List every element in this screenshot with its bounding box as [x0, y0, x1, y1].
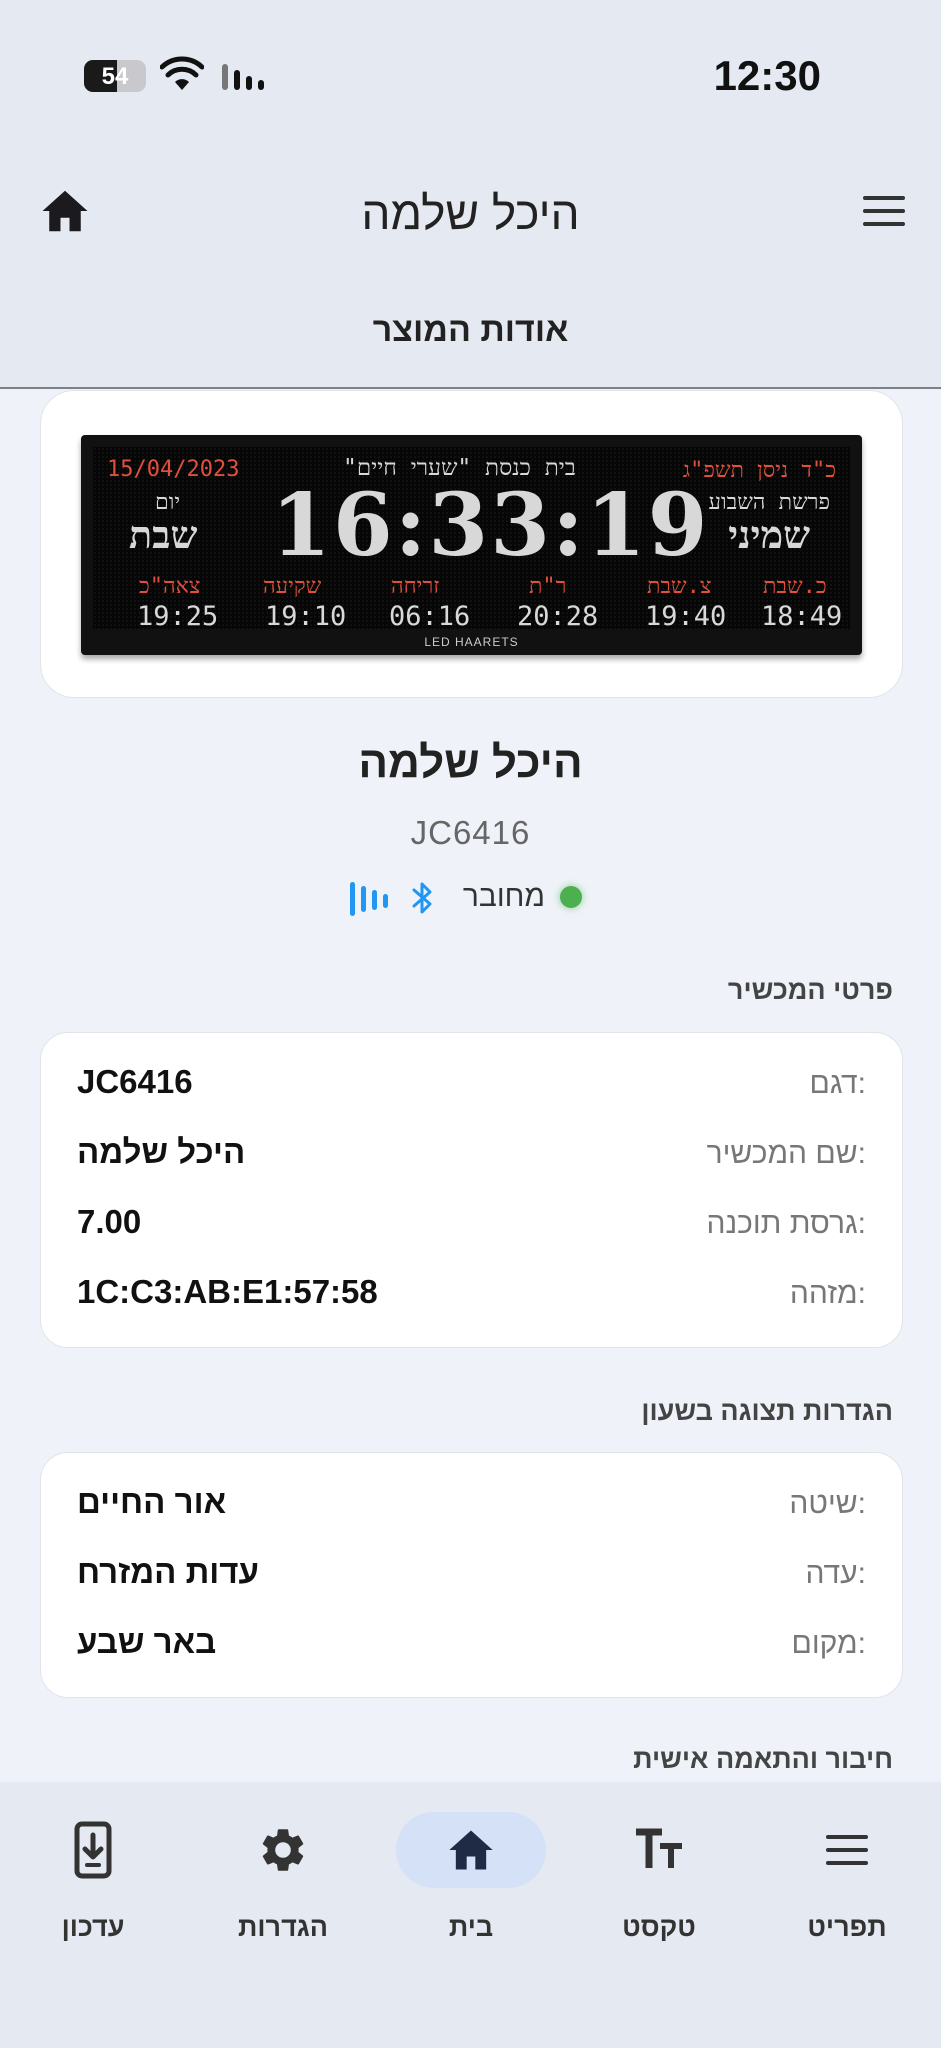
- led-parasha-label: פרשת השבוע: [708, 490, 830, 515]
- download-phone-icon: [74, 1821, 112, 1879]
- connection-status-label: מחובר: [462, 880, 545, 913]
- detail-value: היכל שלמה: [77, 1133, 246, 1170]
- setting-value: עדות המזרח: [77, 1553, 259, 1590]
- menu-icon[interactable]: [861, 192, 907, 230]
- clock-settings-title: הגדרות תצוגה בשעון: [641, 1396, 893, 1426]
- detail-value: JC6416: [77, 1063, 193, 1100]
- setting-value: אור החיים: [77, 1483, 227, 1520]
- led-parasha: שמיני: [728, 513, 810, 557]
- led-clock-image: 15/04/2023 בית כנסת "שערי חיים" כ"ד ניסן…: [81, 435, 862, 655]
- nav-label: בית: [448, 1912, 494, 1942]
- section-header: אודות המוצר: [0, 277, 941, 389]
- bottom-nav: עדכון הגדרות בית טקסט תפריט: [0, 1782, 941, 2048]
- section-header-label: אודות המוצר: [372, 311, 569, 349]
- device-serial: JC6416: [410, 814, 531, 851]
- nav-item-settings[interactable]: הגדרות: [208, 1812, 358, 1962]
- nav-label: טקסט: [622, 1912, 696, 1942]
- led-day-label: יום: [155, 490, 181, 515]
- led-gregorian-date: 15/04/2023: [107, 457, 240, 482]
- led-time-label: שקיעה: [263, 574, 322, 599]
- led-time-label: צאה"כ: [139, 574, 201, 599]
- led-time-label: זריחה: [391, 574, 440, 599]
- detail-key: שם המכשיר:: [706, 1137, 866, 1170]
- settings-row-method: שיטה: אור החיים: [41, 1467, 902, 1537]
- detail-value: 7.00: [77, 1203, 142, 1240]
- nav-label: הגדרות: [238, 1912, 328, 1942]
- led-time-label: כ.שבת: [763, 574, 827, 599]
- home-icon: [449, 1830, 493, 1870]
- setting-key: עדה:: [805, 1557, 866, 1590]
- led-time-value: 20:28: [517, 601, 599, 632]
- menu-icon: [826, 1835, 868, 1865]
- product-image-card: 15/04/2023 בית כנסת "שערי חיים" כ"ד ניסן…: [40, 390, 903, 698]
- led-time-value: 19:10: [265, 601, 347, 632]
- led-day: שבת: [129, 513, 198, 557]
- device-name: היכל שלמה: [358, 738, 583, 787]
- detail-key: גרסת תוכנה:: [706, 1207, 866, 1240]
- details-row-model: דגם: JC6416: [41, 1047, 902, 1117]
- battery-icon: 54: [84, 60, 146, 92]
- details-row-device-name: שם המכשיר: היכל שלמה: [41, 1117, 902, 1187]
- page-title: היכל שלמה: [361, 187, 580, 239]
- battery-level: 54: [101, 63, 129, 90]
- nav-label: תפריט: [807, 1912, 887, 1942]
- led-time-value: 18:49: [761, 601, 843, 632]
- led-time-value: 06:16: [389, 601, 471, 632]
- signal-strength-icon: [350, 882, 388, 916]
- details-row-software-version: גרסת תוכנה: 7.00: [41, 1187, 902, 1257]
- led-time-value: 19:40: [645, 601, 727, 632]
- settings-row-location: מקום: באר שבע: [41, 1607, 902, 1677]
- status-time: 12:30: [713, 52, 821, 99]
- nav-item-home[interactable]: בית: [396, 1812, 546, 1962]
- led-brand: LED HAARETS: [424, 635, 519, 649]
- setting-key: מקום:: [791, 1627, 867, 1660]
- nav-label: עדכון: [61, 1912, 125, 1942]
- nav-item-update[interactable]: עדכון: [18, 1812, 168, 1962]
- connected-dot-icon: [560, 886, 582, 908]
- gear-icon: [262, 1829, 304, 1871]
- connection-section-title: חיבור והתאמה אישית: [633, 1744, 893, 1774]
- nav-item-menu[interactable]: תפריט: [772, 1812, 922, 1962]
- signal-icon: [222, 64, 264, 90]
- device-details-title: פרטי המכשיר: [727, 975, 893, 1005]
- wifi-icon: [160, 56, 204, 90]
- led-time-label: ר"ת: [529, 574, 567, 599]
- text-size-icon: [636, 1828, 682, 1868]
- setting-key: שיטה:: [789, 1487, 866, 1520]
- bluetooth-icon: [412, 882, 432, 914]
- led-time-label: צ.שבת: [647, 574, 712, 599]
- details-row-identifier: מזהה: 1C:C3:AB:E1:57:58: [41, 1257, 902, 1327]
- detail-key: דגם:: [809, 1067, 866, 1100]
- device-details-card: דגם: JC6416 שם המכשיר: היכל שלמה גרסת תו…: [40, 1032, 903, 1348]
- led-clock: 16:33:19: [271, 475, 710, 576]
- settings-row-community: עדה: עדות המזרח: [41, 1537, 902, 1607]
- detail-key: מזהה:: [789, 1277, 866, 1310]
- app-bar: היכל שלמה: [0, 150, 941, 277]
- clock-settings-card: שיטה: אור החיים עדה: עדות המזרח מקום: בא…: [40, 1452, 903, 1698]
- connection-status: מחובר: [340, 876, 600, 920]
- nav-item-text[interactable]: טקסט: [584, 1812, 734, 1962]
- status-bar: 54 12:30: [0, 0, 941, 150]
- setting-value: באר שבע: [77, 1623, 217, 1660]
- led-time-value: 19:25: [137, 601, 219, 632]
- detail-value: 1C:C3:AB:E1:57:58: [77, 1273, 378, 1310]
